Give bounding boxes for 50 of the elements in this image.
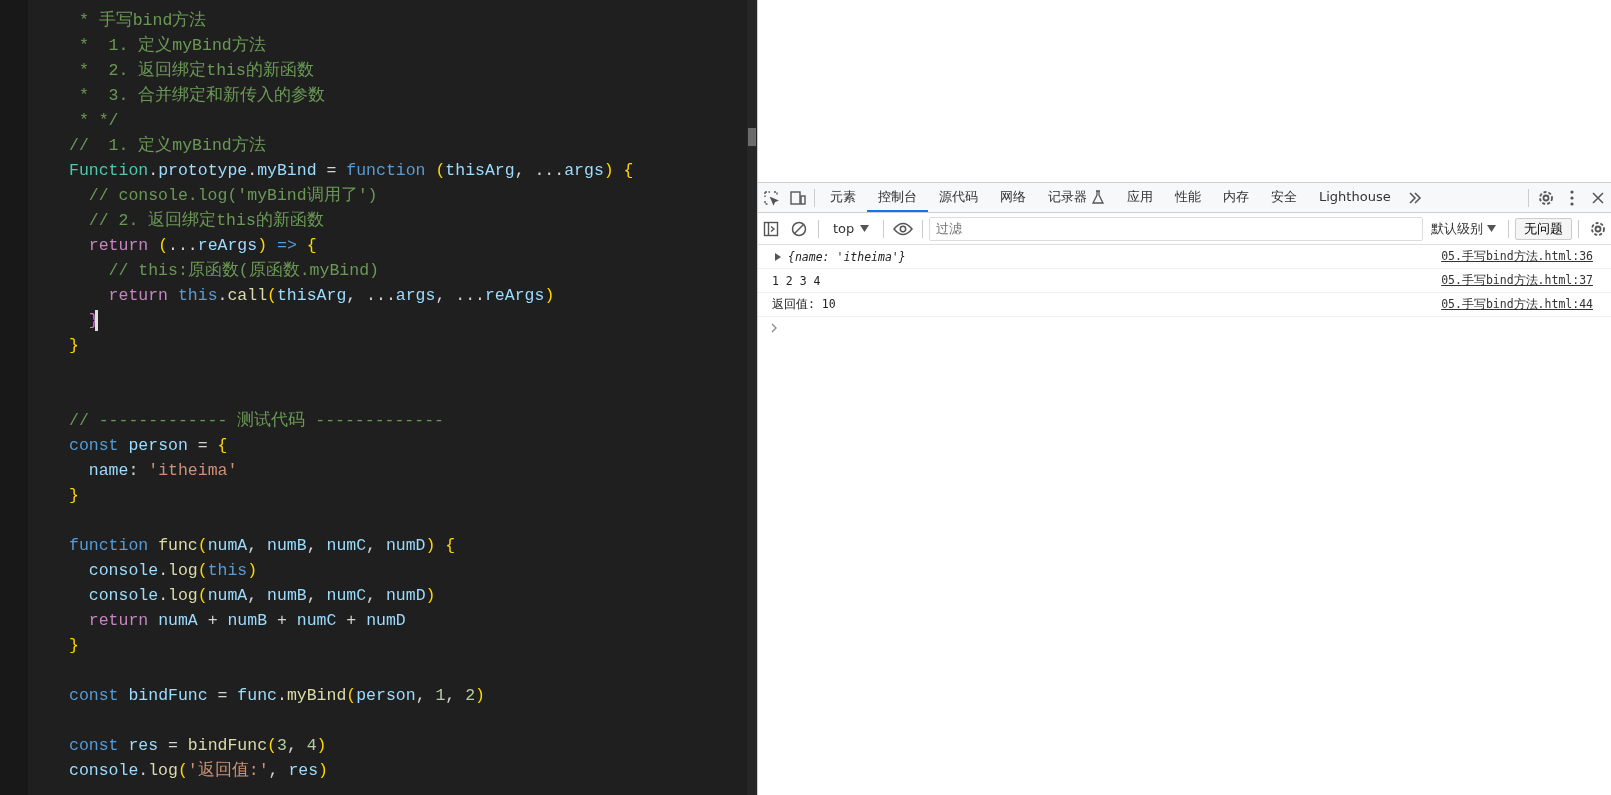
code-line: } — [69, 485, 79, 507]
code-line: * 1. 定义myBind方法 — [77, 34, 266, 57]
devtools-tab[interactable]: 应用 — [1116, 183, 1164, 212]
devtools-tab[interactable]: 安全 — [1260, 183, 1308, 212]
code-line: * 2. 返回绑定this的新函数 — [77, 59, 314, 82]
console-message: {name: 'itheima'} — [788, 249, 907, 264]
code-line: const res = bindFunc(3, 4) — [69, 735, 327, 757]
devtools-tab[interactable]: 记录器 — [1037, 183, 1116, 212]
devtools-tab[interactable]: Lighthouse — [1308, 183, 1402, 212]
caret-icon — [1487, 225, 1496, 232]
code-line: } — [69, 635, 79, 657]
devtools-tab[interactable]: 源代码 — [928, 183, 989, 212]
source-link[interactable]: 05.手写bind方法.html:37 — [1441, 273, 1593, 288]
caret-icon — [860, 225, 870, 232]
code-line: console.log(this) — [87, 560, 258, 582]
code-line: Function.prototype.myBind = function (thisArg, ...args) { — [69, 160, 634, 182]
devtools-tab[interactable]: 性能 — [1164, 183, 1212, 212]
code-line: return (...reArgs) => { — [87, 235, 317, 257]
devtools-tab[interactable]: 内存 — [1212, 183, 1260, 212]
source-link[interactable]: 05.手写bind方法.html:44 — [1441, 297, 1593, 312]
code-line: * */ — [77, 110, 119, 132]
code-line: * 手写bind方法 — [77, 9, 207, 32]
code-line: console.log(numA, numB, numC, numD) — [87, 585, 436, 607]
scrollbar[interactable] — [747, 0, 757, 795]
code-line: // 1. 定义myBind方法 — [69, 134, 266, 157]
flask-icon — [1091, 189, 1105, 204]
code-line: return numA + numB + numC + numD — [87, 610, 406, 632]
code-line: * 3. 合并绑定和新传入的参数 — [77, 84, 326, 107]
code-line: return this.call(thisArg, ...args, ...reArgs) — [107, 285, 555, 307]
source-link[interactable]: 05.手写bind方法.html:36 — [1441, 249, 1593, 264]
console-message: 1 2 3 4 — [772, 273, 822, 288]
code-line: } — [69, 335, 79, 357]
devtools-tab[interactable]: 网络 — [989, 183, 1037, 212]
code-line: function func(numA, numB, numC, numD) { — [69, 535, 456, 557]
code-line: name: 'itheima' — [87, 460, 238, 482]
code-line: // ------------- 测试代码 ------------- — [69, 410, 444, 432]
code-line: const person = { — [69, 435, 228, 457]
context-dropdown[interactable]: top — [825, 216, 878, 241]
console-message: 返回值: 10 — [772, 297, 837, 312]
code-line: // this:原函数(原函数.myBind) — [107, 260, 379, 282]
filter-field[interactable]: 过滤 — [929, 216, 1423, 241]
devtools-tab[interactable]: 元素 — [819, 183, 867, 212]
code-line: // 2. 返回绑定this的新函数 — [87, 209, 324, 232]
devtools-tab[interactable]: 控制台 — [867, 183, 928, 212]
code-line: const bindFunc = func.myBind(person, 1, 2) — [69, 685, 485, 707]
prompt-chevron-icon — [770, 323, 778, 333]
code-line: console.log('返回值:', res) — [69, 760, 328, 782]
log-level-dropdown[interactable]: 默认级别 — [1425, 216, 1502, 241]
issues-button[interactable]: 无问题 — [1515, 217, 1572, 240]
code-line: // console.log('myBind调用了') — [87, 185, 378, 207]
